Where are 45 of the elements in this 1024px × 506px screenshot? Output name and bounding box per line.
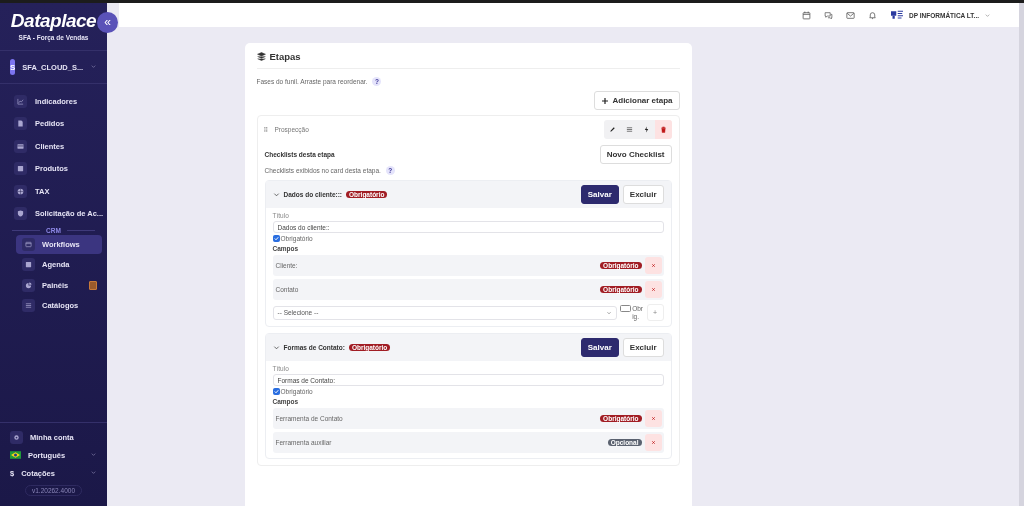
chat-icon: [824, 10, 834, 20]
board-icon: [25, 240, 32, 248]
chevron-down-icon: [984, 11, 991, 19]
checkbox[interactable]: [272, 235, 280, 242]
close-icon: [650, 263, 656, 268]
new-checklist-button[interactable]: Novo Checklist: [599, 145, 672, 164]
close-icon: [650, 440, 656, 445]
trash-icon: [659, 126, 667, 133]
mail-icon: [846, 10, 856, 20]
shield-icon: [17, 210, 24, 218]
globe-icon: [17, 187, 24, 195]
lightning-icon: [642, 126, 650, 133]
chevron-down-icon: [90, 450, 97, 458]
pencil-icon: [608, 126, 616, 133]
document-icon: [17, 120, 24, 128]
layers-icon: [256, 52, 266, 61]
section-title: Etapas: [269, 51, 301, 62]
calendar-icon: [802, 10, 812, 20]
add-stage-button[interactable]: Adicionar etapa: [594, 91, 680, 110]
bell-icon: [868, 10, 878, 20]
checkbox[interactable]: [619, 305, 632, 313]
chevron-down-icon: [90, 62, 98, 70]
company-logo-icon: [890, 9, 905, 21]
chart-icon: [17, 97, 24, 105]
list-icon: [25, 302, 32, 310]
save-button[interactable]: Salvar: [580, 338, 619, 357]
gear-icon: [13, 433, 20, 441]
drag-handle-icon: [262, 126, 269, 133]
delete-button[interactable]: Excluir: [622, 185, 664, 204]
checkbox[interactable]: [272, 388, 280, 395]
box-icon: [17, 165, 24, 173]
delete-button[interactable]: [654, 120, 672, 139]
flag-icon: [10, 451, 21, 459]
card-icon: [17, 142, 24, 150]
logo: Dataplace: [9, 10, 98, 32]
close-icon: [650, 287, 656, 292]
chevron-down-icon: [90, 468, 97, 476]
chevron-down-icon: [605, 309, 612, 316]
calendar-icon: [25, 261, 32, 269]
list-icon: [625, 126, 633, 133]
pie-chart-icon: [25, 281, 32, 289]
plus-icon: [601, 96, 610, 105]
close-icon: [650, 416, 656, 421]
delete-button[interactable]: Excluir: [622, 338, 664, 357]
save-button[interactable]: Salvar: [580, 185, 619, 204]
